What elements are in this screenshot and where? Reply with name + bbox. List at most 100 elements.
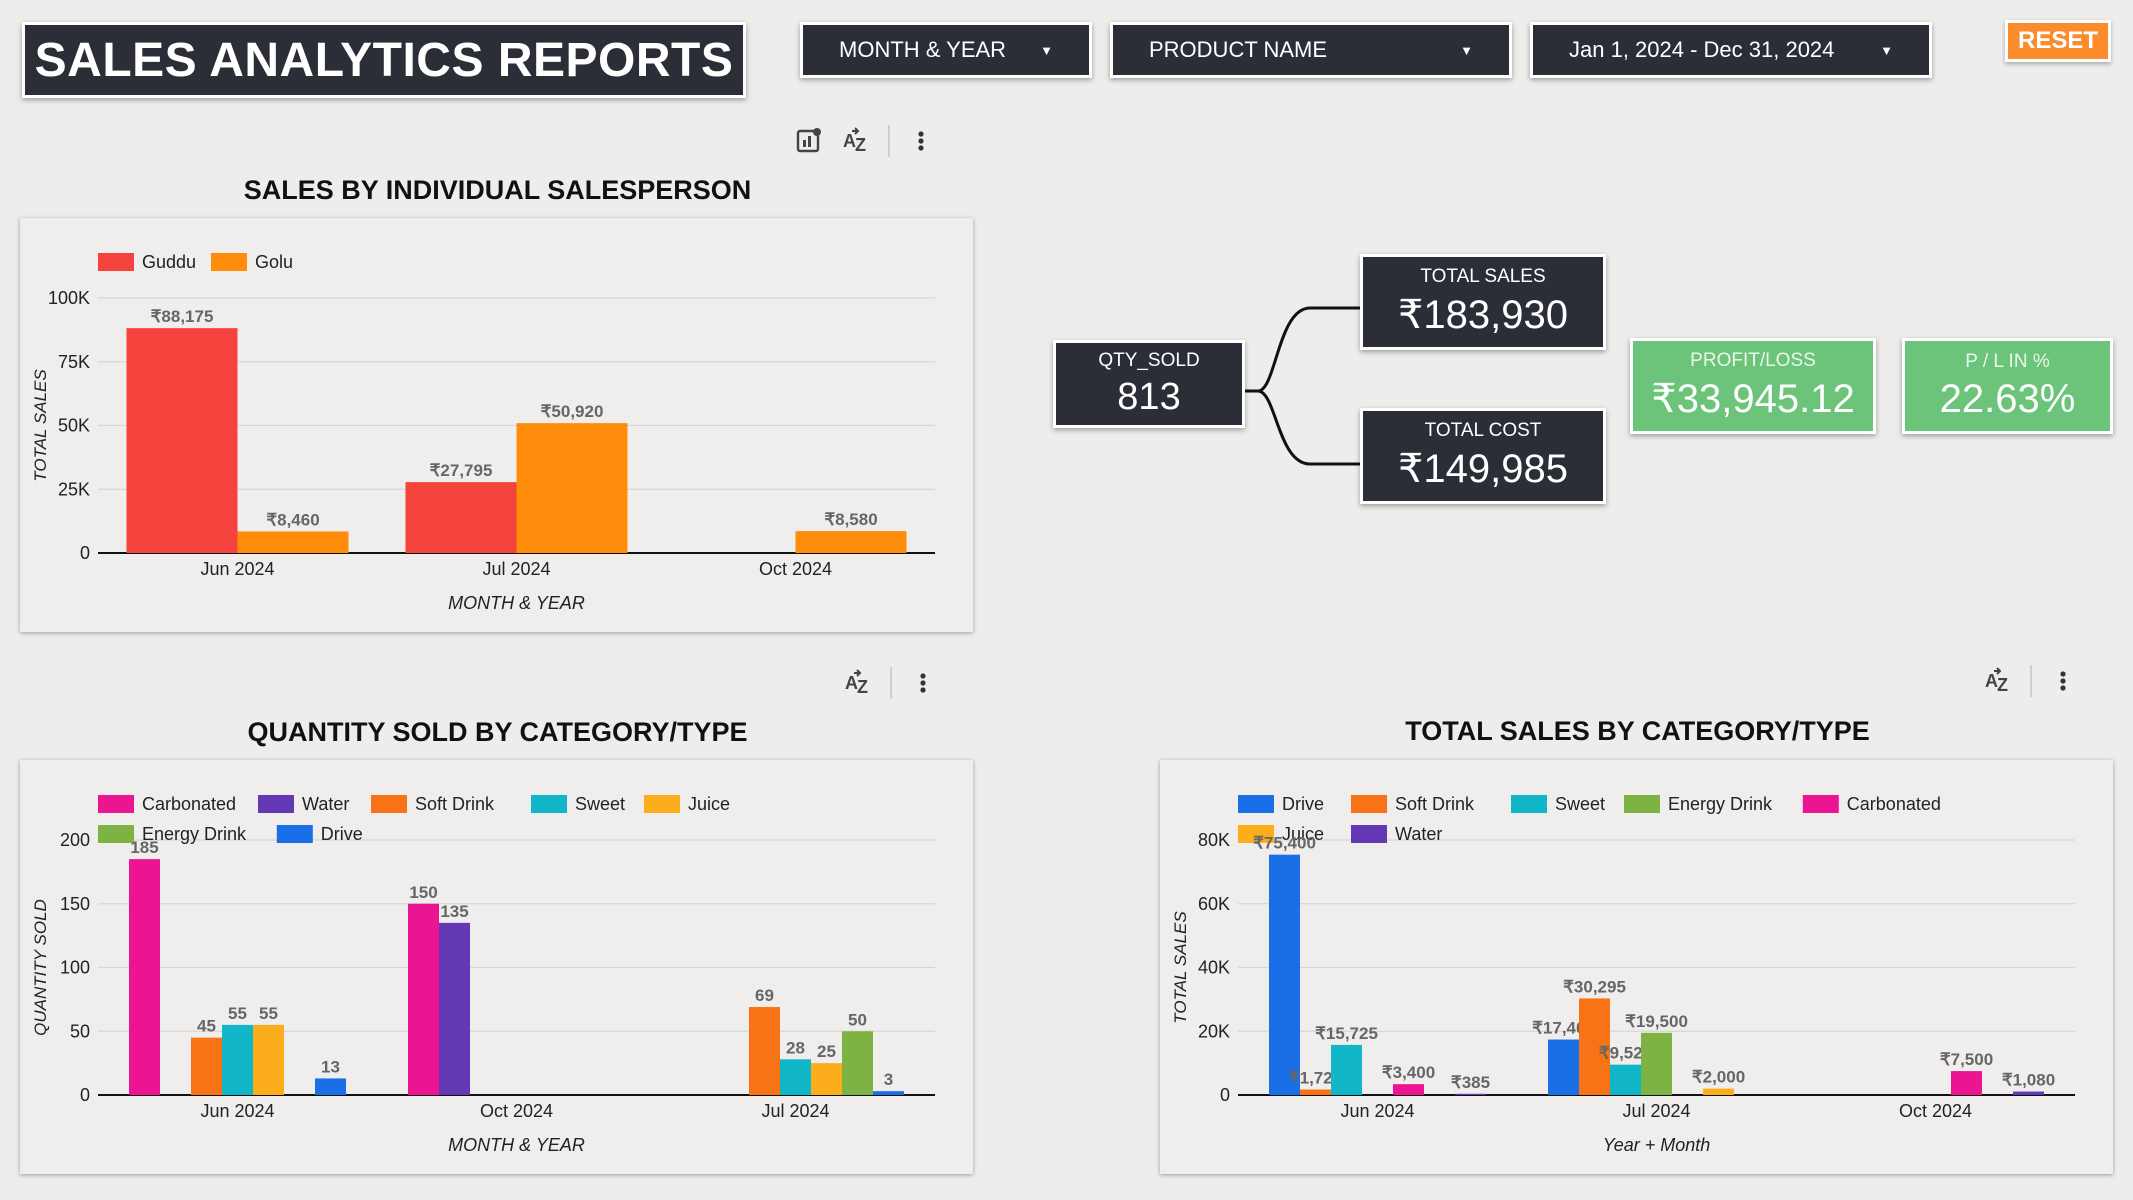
legend-item: Golu	[211, 252, 293, 272]
product-name-filter-label: PRODUCT NAME	[1149, 37, 1328, 62]
total-cost-card: TOTAL COST ₹149,985	[1360, 408, 1606, 504]
y-axis-title: QUANTITY SOLD	[31, 899, 50, 1036]
x-tick-label: Jun 2024	[200, 1101, 274, 1121]
bar	[237, 531, 349, 553]
bar	[405, 482, 517, 553]
bar	[191, 1037, 222, 1095]
data-label: 45	[197, 1017, 216, 1036]
legend-label: Sweet	[1555, 794, 1605, 814]
qty-sold-label: QTY_SOLD	[1098, 349, 1200, 371]
sort-az-icon[interactable]: AZ	[1982, 664, 2016, 698]
data-label: 28	[786, 1038, 805, 1057]
month-year-filter-label: MONTH & YEAR	[839, 37, 1007, 62]
legend-swatch	[1802, 795, 1839, 813]
y-tick-label: 0	[1220, 1085, 1230, 1105]
legend-item: Sweet	[531, 794, 625, 814]
profit-loss-value: ₹33,945.12	[1651, 377, 1855, 421]
legend-label: Sweet	[575, 794, 625, 814]
legend-swatch	[1238, 795, 1274, 813]
y-tick-label: 150	[60, 894, 90, 914]
product-name-filter[interactable]: PRODUCT NAME ▼	[1110, 22, 1512, 78]
more-vert-icon[interactable]	[904, 124, 938, 158]
totalsales-chart-title: TOTAL SALES BY CATEGORY/TYPE	[1405, 716, 1870, 746]
bar	[126, 328, 238, 553]
data-label: ₹7,500	[1940, 1050, 1993, 1069]
total-cost-value: ₹149,985	[1397, 447, 1569, 491]
total-sales-card: TOTAL SALES ₹183,930	[1360, 254, 1606, 350]
legend-item: Guddu	[98, 252, 196, 272]
data-label: ₹50,920	[541, 402, 604, 421]
more-vert-icon[interactable]	[2046, 664, 2080, 698]
data-label: 3	[884, 1070, 893, 1089]
qty-sold-value: 813	[1117, 375, 1181, 418]
bar	[1455, 1093, 1486, 1095]
y-tick-label: 100	[60, 958, 90, 978]
y-tick-label: 50	[70, 1021, 90, 1041]
caret-down-icon: ▼	[1460, 42, 1473, 58]
legend-label: Drive	[1282, 794, 1324, 814]
data-label: ₹385	[1451, 1073, 1490, 1092]
data-label: 13	[321, 1057, 340, 1076]
bar	[408, 903, 439, 1095]
sort-az-icon[interactable]: AZ	[840, 124, 874, 158]
bar	[1548, 1039, 1579, 1095]
caret-down-icon: ▼	[1880, 42, 1893, 58]
legend-item: Carbonated	[1802, 794, 1941, 814]
data-label: ₹27,795	[430, 461, 493, 480]
date-range-picker[interactable]: Jan 1, 2024 - Dec 31, 2024 ▼	[1530, 22, 1932, 78]
legend-item: Drive	[1238, 794, 1324, 814]
bar	[749, 1007, 780, 1095]
more-vert-icon[interactable]	[906, 666, 940, 700]
y-tick-label: 20K	[1198, 1021, 1230, 1041]
sort-az-icon[interactable]: AZ	[842, 666, 876, 700]
salesperson-chart-panel: 0 25K 50K 75K 100K TOTAL SALES MONTH & YEAR Gud…	[20, 218, 973, 632]
y-tick-label: 80K	[1198, 830, 1230, 850]
legend-item: Energy Drink	[98, 824, 247, 844]
data-label: ₹2,000	[1692, 1068, 1745, 1087]
y-tick-label: 0	[80, 543, 90, 563]
data-label: ₹88,175	[151, 307, 214, 326]
data-label: 50	[848, 1010, 867, 1029]
legend-swatch	[98, 795, 134, 813]
y-tick-label: 100K	[48, 288, 90, 308]
x-tick-label: Jun 2024	[1340, 1101, 1414, 1121]
x-axis-title: Year + Month	[1603, 1135, 1711, 1155]
svg-text:Z: Z	[857, 677, 868, 697]
legend-label: Water	[1395, 824, 1442, 844]
month-year-filter[interactable]: MONTH & YEAR ▼	[800, 22, 1092, 78]
toolbar-divider	[888, 125, 890, 157]
report-title: SALES ANALYTICS REPORTS	[22, 22, 746, 98]
x-tick-label: Jun 2024	[200, 559, 274, 579]
data-label: 55	[259, 1004, 278, 1023]
data-label: 69	[755, 986, 774, 1005]
bar	[1331, 1044, 1362, 1095]
legend-item: Soft Drink	[371, 794, 495, 814]
caret-down-icon: ▼	[1040, 42, 1053, 58]
legend-label: Golu	[255, 252, 293, 272]
y-tick-label: 0	[80, 1085, 90, 1105]
legend-item: Juice	[644, 794, 730, 814]
x-tick-label: Oct 2024	[1899, 1101, 1972, 1121]
y-axis-title: TOTAL SALES	[1171, 911, 1190, 1024]
bar	[842, 1031, 873, 1095]
kpi-connector	[1245, 306, 1370, 466]
legend-label: Water	[302, 794, 349, 814]
legend-swatch	[98, 253, 134, 271]
data-label: 55	[228, 1004, 247, 1023]
toolbar-divider	[890, 667, 892, 699]
bar	[439, 922, 470, 1095]
bar	[1703, 1088, 1734, 1095]
data-label: 25	[817, 1042, 836, 1061]
totalsales-bar-chart: 0 20K 40K 60K 80K TOTAL SALES Year + Month Driv…	[1171, 794, 2075, 1155]
x-tick-label: Oct 2024	[480, 1101, 553, 1121]
x-tick-label: Jul 2024	[761, 1101, 829, 1121]
pl-percent-card: P / L IN % 22.63%	[1902, 338, 2113, 434]
data-label: ₹19,500	[1625, 1012, 1688, 1031]
reset-button[interactable]: RESET	[2005, 20, 2111, 62]
qty-sold-card: QTY_SOLD 813	[1053, 340, 1245, 428]
bar	[1641, 1032, 1672, 1095]
chart-settings-icon[interactable]	[792, 124, 826, 158]
qty-chart-panel: 0 50 100 150 200 QUANTITY SOLD MONTH & YEAR Car…	[20, 760, 973, 1174]
legend-label: Energy Drink	[1668, 794, 1773, 814]
y-tick-label: 60K	[1198, 894, 1230, 914]
